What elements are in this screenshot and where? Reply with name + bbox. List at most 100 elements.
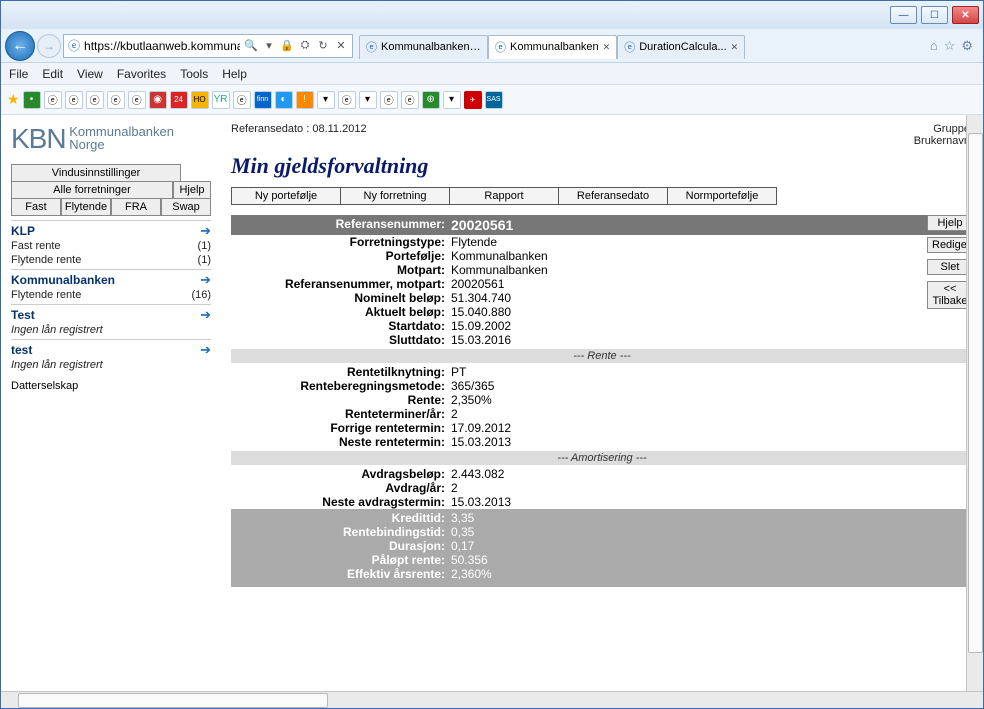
hjelp-button[interactable]: Hjelp — [173, 181, 211, 199]
field-value: Flytende — [451, 235, 497, 249]
side-section-name[interactable]: Test — [11, 308, 35, 322]
bookmark-item[interactable]: ⊕ — [422, 91, 440, 109]
bookmark-item[interactable]: ⓔ — [65, 91, 83, 109]
bookmark-item[interactable]: ◐ — [275, 91, 293, 109]
minimize-button[interactable]: — — [890, 6, 917, 24]
side-tab-swap[interactable]: Swap — [161, 198, 211, 216]
side-line-count: (1) — [183, 254, 211, 266]
bookmark-item[interactable]: ▾ — [443, 91, 461, 109]
field-label: Avdrag/år: — [231, 481, 451, 495]
vindus-button[interactable]: Vindusinnstillinger — [11, 164, 181, 182]
compat-icon[interactable]: ⛭ — [298, 39, 312, 53]
bookmark-item[interactable]: ⓔ — [86, 91, 104, 109]
bookmark-item[interactable]: YR — [212, 91, 230, 109]
field-value: 2,350% — [451, 393, 492, 407]
bookmark-item[interactable]: ⓔ — [401, 91, 419, 109]
side-line-text[interactable]: Flytende rente — [11, 289, 81, 301]
sidebar: KBN Kommunalbanken Norge Vindusinnstilli… — [11, 123, 211, 587]
field-label: Påløpt rente: — [231, 553, 451, 567]
field-label: Motpart: — [231, 263, 451, 277]
home-icon[interactable]: ⌂ — [930, 38, 938, 54]
arrow-right-icon[interactable]: ➔ — [200, 272, 211, 288]
side-section-name[interactable]: test — [11, 343, 32, 357]
side-line-text[interactable]: Fast rente — [11, 240, 61, 252]
field-value: 15.040.880 — [451, 305, 511, 319]
menu-help[interactable]: Help — [222, 67, 247, 81]
browser-tab[interactable]: ⓔKommunalbanken ... — [359, 35, 488, 59]
side-section-name[interactable]: KLP — [11, 224, 35, 238]
favorites-icon[interactable]: ☆ — [944, 38, 956, 54]
main-button[interactable]: Ny portefølje — [231, 187, 341, 205]
browser-tab[interactable]: ⓔKommunalbanken✕ — [488, 35, 617, 59]
refresh-icon[interactable]: ↻ — [316, 39, 330, 53]
bookmark-item[interactable]: ⓔ — [233, 91, 251, 109]
url-input[interactable] — [84, 39, 240, 53]
side-line-text[interactable]: Flytende rente — [11, 254, 81, 266]
alle-forretninger-button[interactable]: Alle forretninger — [11, 181, 173, 199]
top-right-icons: ⌂ ☆ ⚙ — [930, 38, 979, 54]
bookmark-item[interactable]: 24 — [170, 91, 188, 109]
stop-icon[interactable]: ✕ — [334, 39, 348, 53]
address-bar[interactable]: ⓔ 🔍 ▾ 🔒 ⛭ ↻ ✕ — [63, 34, 353, 58]
side-tab-fra[interactable]: FRA — [111, 198, 161, 216]
side-tab-flytende[interactable]: Flytende — [61, 198, 111, 216]
bookmark-item[interactable]: • — [23, 91, 41, 109]
menu-file[interactable]: File — [9, 67, 28, 81]
close-tab-icon[interactable]: ✕ — [603, 42, 611, 53]
tools-icon[interactable]: ⚙ — [961, 38, 973, 54]
vertical-scrollbar[interactable] — [966, 115, 983, 691]
horizontal-scrollbar[interactable] — [1, 691, 983, 708]
side-line-text[interactable]: Ingen lån registrert — [11, 324, 103, 336]
field-value: 0,35 — [451, 525, 474, 539]
arrow-right-icon[interactable]: ➔ — [200, 342, 211, 358]
bookmark-item[interactable]: ✈ — [464, 91, 482, 109]
bookmark-item[interactable]: ⓔ — [128, 91, 146, 109]
field-label: Forretningstype: — [231, 235, 451, 249]
bookmark-item[interactable]: ▾ — [359, 91, 377, 109]
bookmark-item[interactable]: ▾ — [317, 91, 335, 109]
main-button[interactable]: Rapport — [449, 187, 559, 205]
bookmark-item[interactable]: HO — [191, 91, 209, 109]
side-tab-fast[interactable]: Fast — [11, 198, 61, 216]
arrow-right-icon[interactable]: ➔ — [200, 223, 211, 239]
main-button[interactable]: Ny forretning — [340, 187, 450, 205]
maximize-button[interactable]: ☐ — [921, 6, 948, 24]
menu-view[interactable]: View — [77, 67, 103, 81]
bookmark-item[interactable]: ⓔ — [44, 91, 62, 109]
datterselskap-link[interactable]: Datterselskap — [11, 380, 211, 392]
search-icon[interactable]: 🔍 — [244, 39, 258, 53]
bookmark-item[interactable]: SAS — [485, 91, 503, 109]
field-value: 3,35 — [451, 511, 474, 525]
menu-tools[interactable]: Tools — [180, 67, 208, 81]
bookmark-item[interactable]: ◉ — [149, 91, 167, 109]
browser-window: — ☐ ✕ ← → ⓔ 🔍 ▾ 🔒 ⛭ ↻ ✕ ⓔKommunalbanken … — [0, 0, 984, 709]
lock-icon: 🔒 — [280, 39, 294, 53]
bookmark-item[interactable]: ⓔ — [338, 91, 356, 109]
bookmark-item[interactable]: finn — [254, 91, 272, 109]
field-label: Rente: — [231, 393, 451, 407]
dropdown-icon[interactable]: ▾ — [262, 39, 276, 53]
side-line-text[interactable]: Ingen lån registrert — [11, 359, 103, 371]
menu-favorites[interactable]: Favorites — [117, 67, 166, 81]
forward-button[interactable]: → — [37, 34, 61, 58]
detail-panel: HjelpRedigereSlet<< Tilbake Referansenum… — [231, 215, 973, 587]
side-section-name[interactable]: Kommunalbanken — [11, 273, 115, 287]
field-value: 17.09.2012 — [451, 421, 511, 435]
page-title: Min gjeldsforvaltning — [231, 153, 973, 179]
field-value: 15.09.2002 — [451, 319, 511, 333]
close-button[interactable]: ✕ — [952, 6, 979, 24]
arrow-right-icon[interactable]: ➔ — [200, 307, 211, 323]
bookmark-item[interactable]: ! — [296, 91, 314, 109]
ref-label: Referansenummer: — [231, 217, 451, 233]
close-tab-icon[interactable]: ✕ — [731, 42, 739, 53]
favorites-star-icon[interactable]: ★ — [7, 91, 20, 108]
main-button[interactable]: Normportefølje — [667, 187, 777, 205]
bookmark-item[interactable]: ⓔ — [107, 91, 125, 109]
browser-tab[interactable]: ⓔDurationCalcula...✕ — [617, 35, 745, 59]
field-label: Startdato: — [231, 319, 451, 333]
menu-bar: File Edit View Favorites Tools Help — [1, 63, 983, 85]
menu-edit[interactable]: Edit — [42, 67, 63, 81]
back-button[interactable]: ← — [5, 31, 35, 61]
bookmark-item[interactable]: ⓔ — [380, 91, 398, 109]
main-button[interactable]: Referansedato — [558, 187, 668, 205]
